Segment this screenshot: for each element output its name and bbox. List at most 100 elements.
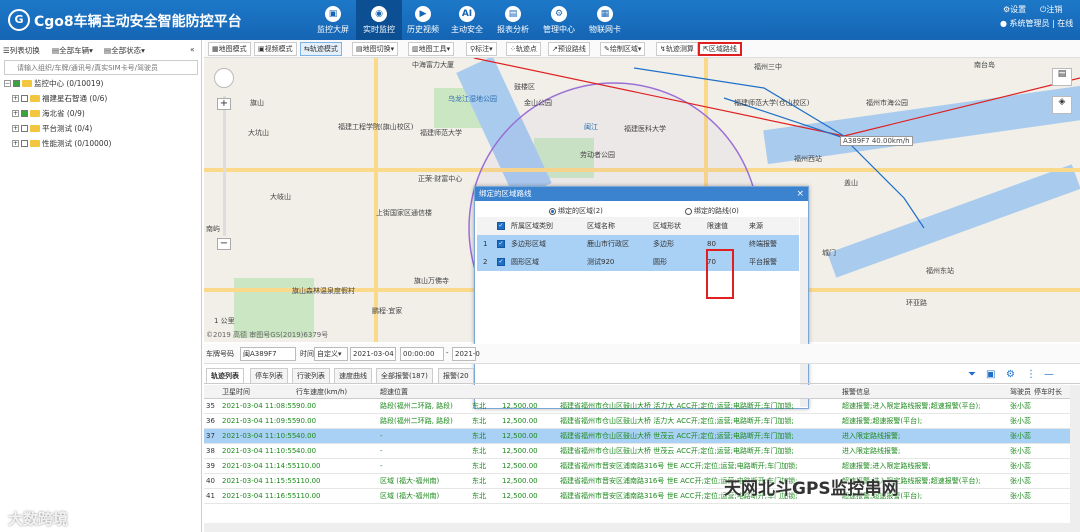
select-all-checkbox[interactable]: ✓ bbox=[497, 222, 505, 230]
vehicle-search-input[interactable] bbox=[4, 60, 198, 75]
cell-dir: 东北 bbox=[472, 462, 486, 470]
tree-node-root[interactable]: − 监控中心 (0/10019) bbox=[4, 78, 103, 89]
draw-area-dropdown[interactable]: ✎绘制区域▾ bbox=[600, 42, 646, 56]
close-icon[interactable]: × bbox=[796, 187, 804, 201]
area-route-button[interactable]: ⇱区域路线 bbox=[698, 42, 742, 56]
nav-monitor-screen[interactable]: ▣ 监控大屏 bbox=[310, 0, 356, 40]
speed-limit-highlight bbox=[706, 249, 734, 299]
cell-alarm: 进入限定路线报警; bbox=[842, 432, 901, 440]
status-filter-dropdown[interactable]: ▤全部状态▾ bbox=[104, 45, 145, 56]
track-points-button[interactable]: ⁘轨迹点 bbox=[506, 42, 541, 56]
tree-checkbox[interactable] bbox=[21, 140, 28, 147]
pan-control[interactable] bbox=[214, 68, 234, 88]
nav-realtime-monitor[interactable]: ◉ 实时监控 bbox=[356, 0, 402, 40]
cell-no: 41 bbox=[206, 492, 215, 500]
vertical-scrollbar[interactable] bbox=[1070, 385, 1080, 532]
radio-bound-route[interactable]: 绑定的路线(0) bbox=[685, 206, 739, 216]
logout-link[interactable]: ⏻注销 bbox=[1040, 4, 1062, 15]
expand-toggle-icon[interactable]: + bbox=[12, 95, 19, 102]
gear-icon[interactable]: ⚙ bbox=[1006, 369, 1015, 380]
vehicle-label[interactable]: A389F7 40.00km/h bbox=[840, 136, 913, 146]
table-row[interactable]: 40 2021-03-04 11:15:55 110.00 区域 (福大-福州南) 东北… bbox=[204, 474, 1070, 489]
tab-alarms[interactable]: 报警(20 bbox=[438, 368, 474, 383]
row-checkbox[interactable]: ✓ bbox=[497, 240, 505, 248]
cell-dir: 东北 bbox=[472, 417, 486, 425]
expand-toggle-icon[interactable]: + bbox=[12, 125, 19, 132]
map-style-icon[interactable]: ▤ bbox=[1052, 68, 1072, 86]
cell-speed: 110.00 bbox=[296, 492, 321, 500]
tree-checkbox[interactable] bbox=[21, 95, 28, 102]
plate-input[interactable]: 闽A389F7 bbox=[240, 347, 296, 361]
table-row[interactable]: 2 ✓ 圆形区域 测试920 圆形 70 平台报警 bbox=[477, 253, 799, 271]
settings-link[interactable]: ⚙设置 bbox=[1003, 4, 1026, 15]
table-row[interactable]: 39 2021-03-04 11:14:55 110.00 - 东北 12,500.00 福… bbox=[204, 459, 1070, 474]
start-time-input[interactable]: 00:00:00 bbox=[400, 347, 444, 361]
row-checkbox[interactable]: ✓ bbox=[497, 258, 505, 266]
cell-pos: 路段(福州二环路, 路段) bbox=[380, 417, 453, 425]
tree-checkbox[interactable] bbox=[21, 125, 28, 132]
cell-dir: 东北 bbox=[472, 432, 486, 440]
vehicle-filter-dropdown[interactable]: ▤全部车辆▾ bbox=[52, 45, 93, 56]
tab-driving-list[interactable]: 行驶列表 bbox=[292, 368, 330, 383]
user-icon: ● bbox=[1000, 19, 1007, 28]
tab-all-alarms[interactable]: 全部报警(187) bbox=[376, 368, 433, 383]
expand-toggle-icon[interactable]: + bbox=[12, 140, 19, 147]
collapse-panel-icon[interactable]: « bbox=[190, 45, 195, 54]
tree-node[interactable]: + 性能测试 (0/10000) bbox=[12, 138, 111, 149]
preset-route-button[interactable]: ↗预设路线 bbox=[548, 42, 590, 56]
table-row[interactable]: 36 2021-03-04 11:09:55 90.00 路段(福州二环路, 路段) 东… bbox=[204, 414, 1070, 429]
tab-speed-curve[interactable]: 速度曲线 bbox=[334, 368, 372, 383]
tab-parking-list[interactable]: 停车列表 bbox=[250, 368, 288, 383]
video-mode-button[interactable]: ▣视频模式 bbox=[254, 42, 297, 56]
table-row[interactable]: 41 2021-03-04 11:16:55 110.00 区域 (福大-福州南) 东北… bbox=[204, 489, 1070, 504]
start-date-input[interactable]: 2021-03-04 bbox=[350, 347, 396, 361]
tree-node[interactable]: + 福建星石智通 (0/6) bbox=[12, 93, 107, 104]
zoom-out-button[interactable]: − bbox=[217, 238, 231, 250]
map-tools-dropdown[interactable]: ▥地图工具▾ bbox=[408, 42, 455, 56]
tree-node[interactable]: + 海北省 (0/9) bbox=[12, 108, 85, 119]
tree-node[interactable]: + 平台测试 (0/4) bbox=[12, 123, 92, 134]
tree-checkbox[interactable] bbox=[21, 110, 28, 117]
end-date-input[interactable]: 2021-0 bbox=[452, 347, 480, 361]
zoom-slider[interactable] bbox=[223, 96, 226, 236]
filter-icon[interactable]: ⏷ bbox=[968, 369, 976, 380]
tab-track-list[interactable]: 轨迹列表 bbox=[206, 368, 244, 383]
tree-checkbox[interactable] bbox=[13, 80, 20, 87]
cell-pos: - bbox=[380, 432, 383, 440]
layers-icon[interactable]: ◈ bbox=[1052, 96, 1072, 114]
table-row[interactable]: 1 ✓ 多边形区域 鹿山市行政区 多边形 80 终端报警 bbox=[477, 235, 799, 253]
nav-report-analysis[interactable]: ▤ 报表分析 bbox=[490, 0, 536, 40]
collapse-toggle-icon[interactable]: − bbox=[4, 80, 11, 87]
table-row[interactable]: 35 2021-03-04 11:08:55 90.00 路段(福州二环路, 路段) 东… bbox=[204, 399, 1070, 414]
marker-dropdown[interactable]: ⚲标注▾ bbox=[466, 42, 497, 56]
nav-management-center[interactable]: ⚙ 管理中心 bbox=[536, 0, 582, 40]
minimize-icon[interactable]: — bbox=[1044, 369, 1054, 380]
cell-no: 38 bbox=[206, 447, 215, 455]
nav-iot-card[interactable]: ▦ 物联网卡 bbox=[582, 0, 628, 40]
list-switch-button[interactable]: ☰列表切换 bbox=[3, 45, 40, 56]
nav-history-video[interactable]: ▶ 历史视频 bbox=[400, 0, 446, 40]
radio-bound-area[interactable]: 绑定的区域(2) bbox=[549, 206, 603, 216]
export-icon[interactable]: ▣ bbox=[986, 369, 995, 380]
radio-icon bbox=[685, 207, 692, 215]
time-range-select[interactable]: 自定义▾ bbox=[314, 347, 348, 361]
folder-icon bbox=[30, 95, 40, 102]
table-row[interactable]: 38 2021-03-04 11:10:55 40.00 - 东北 12,500.00 福建… bbox=[204, 444, 1070, 459]
watermark-left: 大数跨境 bbox=[8, 510, 69, 528]
expand-toggle-icon[interactable]: + bbox=[12, 110, 19, 117]
track-mode-button[interactable]: ⇆轨迹模式 bbox=[300, 42, 342, 56]
zoom-in-button[interactable]: + bbox=[217, 98, 231, 110]
cell-loc: 福建省福州市仓山区鼓山大桥 世茂云 ACC开;定位;运营;电路断开;车门加锁; bbox=[560, 432, 794, 440]
track-calc-button[interactable]: ↯轨迹测算 bbox=[656, 42, 698, 56]
map-copyright: ©2019 高德 审图号GS(2019)6379号 bbox=[206, 331, 329, 339]
cell-mile: 12,500.00 bbox=[502, 492, 538, 500]
map-switch-dropdown[interactable]: ▤地图切换▾ bbox=[352, 42, 399, 56]
realtime-icon: ◉ bbox=[371, 6, 387, 22]
cell-pos: 区域 (福大-福州南) bbox=[380, 492, 440, 500]
table-row[interactable]: 37 2021-03-04 11:10:55 40.00 - 东北 12,500.00 福建… bbox=[204, 429, 1070, 444]
horizontal-scrollbar[interactable] bbox=[204, 523, 1070, 532]
cell-mile: 12,500.00 bbox=[502, 447, 538, 455]
nav-active-safety[interactable]: AI 主动安全 bbox=[444, 0, 490, 40]
more-icon[interactable]: ⋮ bbox=[1026, 369, 1036, 380]
map-mode-button[interactable]: ▦地图模式 bbox=[208, 42, 251, 56]
